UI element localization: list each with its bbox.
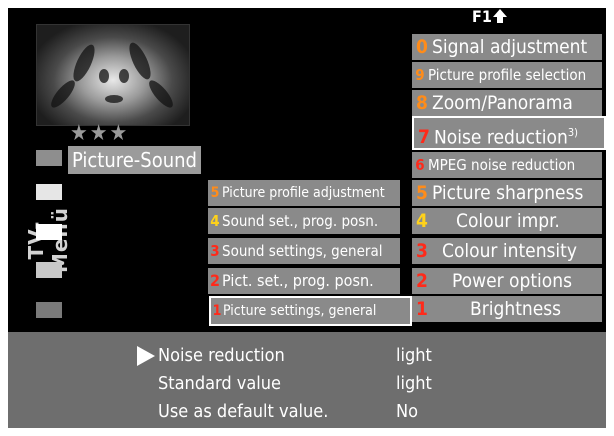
middle-menu-item-4[interactable]: 4 Sound set., prog. posn. <box>208 208 400 234</box>
menu-label: Picture settings, general <box>223 303 377 319</box>
menu-label: Pict. set., prog. posn. <box>222 271 374 290</box>
menu-label: Zoom/Panorama <box>432 92 573 114</box>
middle-menu-item-1-selected[interactable]: 1 Picture settings, general <box>209 296 412 326</box>
arrow-up-icon <box>492 9 507 23</box>
menu-label: Noise reduction <box>434 126 568 149</box>
menu-label: Power options <box>452 270 572 292</box>
setting-value: light <box>396 345 432 366</box>
menu-label: Colour impr. <box>456 210 560 232</box>
menu-label: Sound set., prog. posn. <box>222 212 379 230</box>
footnote-marker: 3) <box>567 126 578 139</box>
menu-number: 4 <box>210 212 220 230</box>
category-swatch-2[interactable] <box>36 184 62 200</box>
menu-number: 2 <box>416 270 428 292</box>
menu-label: MPEG noise reduction <box>428 156 576 174</box>
menu-number: 0 <box>416 36 428 58</box>
menu-number: 4 <box>416 210 428 232</box>
picture-thumbnail <box>36 24 190 126</box>
category-swatch-3[interactable] <box>36 224 62 240</box>
right-menu-item-8[interactable]: 8 Zoom/Panorama <box>412 90 602 116</box>
menu-label: Signal adjustment <box>432 36 588 58</box>
f1-help-indicator[interactable]: F1 <box>472 8 508 26</box>
setting-row-use-as-default[interactable]: Use as default value. No <box>158 398 458 426</box>
menu-number: 3 <box>416 240 428 262</box>
setting-label: Use as default value. <box>158 401 329 422</box>
right-menu-item-3[interactable]: 3 Colour intensity <box>412 238 602 264</box>
menu-number: 5 <box>210 185 220 201</box>
menu-number: 2 <box>209 271 220 290</box>
menu-label: Picture sharpness <box>432 182 584 204</box>
setting-label: Standard value <box>158 373 282 394</box>
category-swatch-4[interactable] <box>36 262 62 278</box>
tv-menu-screen: F1 ★★★ TV-Menü Picture-Sound 5 Picture pr… <box>8 8 606 428</box>
right-menu-item-4[interactable]: 4 Colour impr. <box>412 208 602 234</box>
right-menu-item-5[interactable]: 5 Picture sharpness <box>412 180 602 206</box>
right-menu-item-7-selected[interactable]: 7 Noise reduction3) <box>412 116 606 150</box>
right-menu-item-0[interactable]: 0 Signal adjustment <box>412 34 602 60</box>
menu-number: 5 <box>416 182 428 204</box>
setting-label: Noise reduction <box>158 345 285 366</box>
right-menu-item-1[interactable]: 1 Brightness <box>412 296 602 322</box>
right-menu-item-6[interactable]: 6 MPEG noise reduction <box>412 152 602 178</box>
right-menu-item-9[interactable]: 9 Picture profile selection <box>412 62 602 88</box>
f1-label: F1 <box>472 8 492 26</box>
menu-label: Picture profile adjustment <box>222 185 385 201</box>
menu-label: Colour intensity <box>442 240 577 262</box>
menu-label: Sound settings, general <box>222 242 383 260</box>
category-label[interactable]: Picture-Sound <box>68 146 201 174</box>
setting-row-standard-value[interactable]: Standard value light <box>158 370 458 398</box>
middle-menu-item-2[interactable]: 2 Pict. set., prog. posn. <box>208 268 400 294</box>
middle-menu-item-3[interactable]: 3 Sound settings, general <box>208 238 400 264</box>
menu-number: 8 <box>416 92 428 114</box>
selection-pointer-icon <box>137 346 155 366</box>
category-swatch-5[interactable] <box>36 302 62 318</box>
category-swatch-1[interactable] <box>36 150 62 166</box>
menu-number: 9 <box>415 66 425 84</box>
setting-row-noise-reduction[interactable]: Noise reduction light <box>158 342 458 370</box>
setting-value: No <box>396 401 419 422</box>
menu-label: Picture profile selection <box>428 66 587 84</box>
menu-number: 7 <box>418 126 430 149</box>
menu-number: 6 <box>415 156 425 174</box>
right-menu-item-2[interactable]: 2 Power options <box>412 268 602 294</box>
settings-panel: Noise reduction light Standard value lig… <box>8 332 606 428</box>
menu-number: 1 <box>416 298 428 320</box>
menu-number: 1 <box>212 303 222 319</box>
menu-number: 3 <box>210 242 220 260</box>
setting-value: light <box>396 373 432 394</box>
rating-stars: ★★★ <box>70 121 130 146</box>
middle-menu-item-5[interactable]: 5 Picture profile adjustment <box>208 180 400 206</box>
menu-label: Brightness <box>470 298 562 320</box>
